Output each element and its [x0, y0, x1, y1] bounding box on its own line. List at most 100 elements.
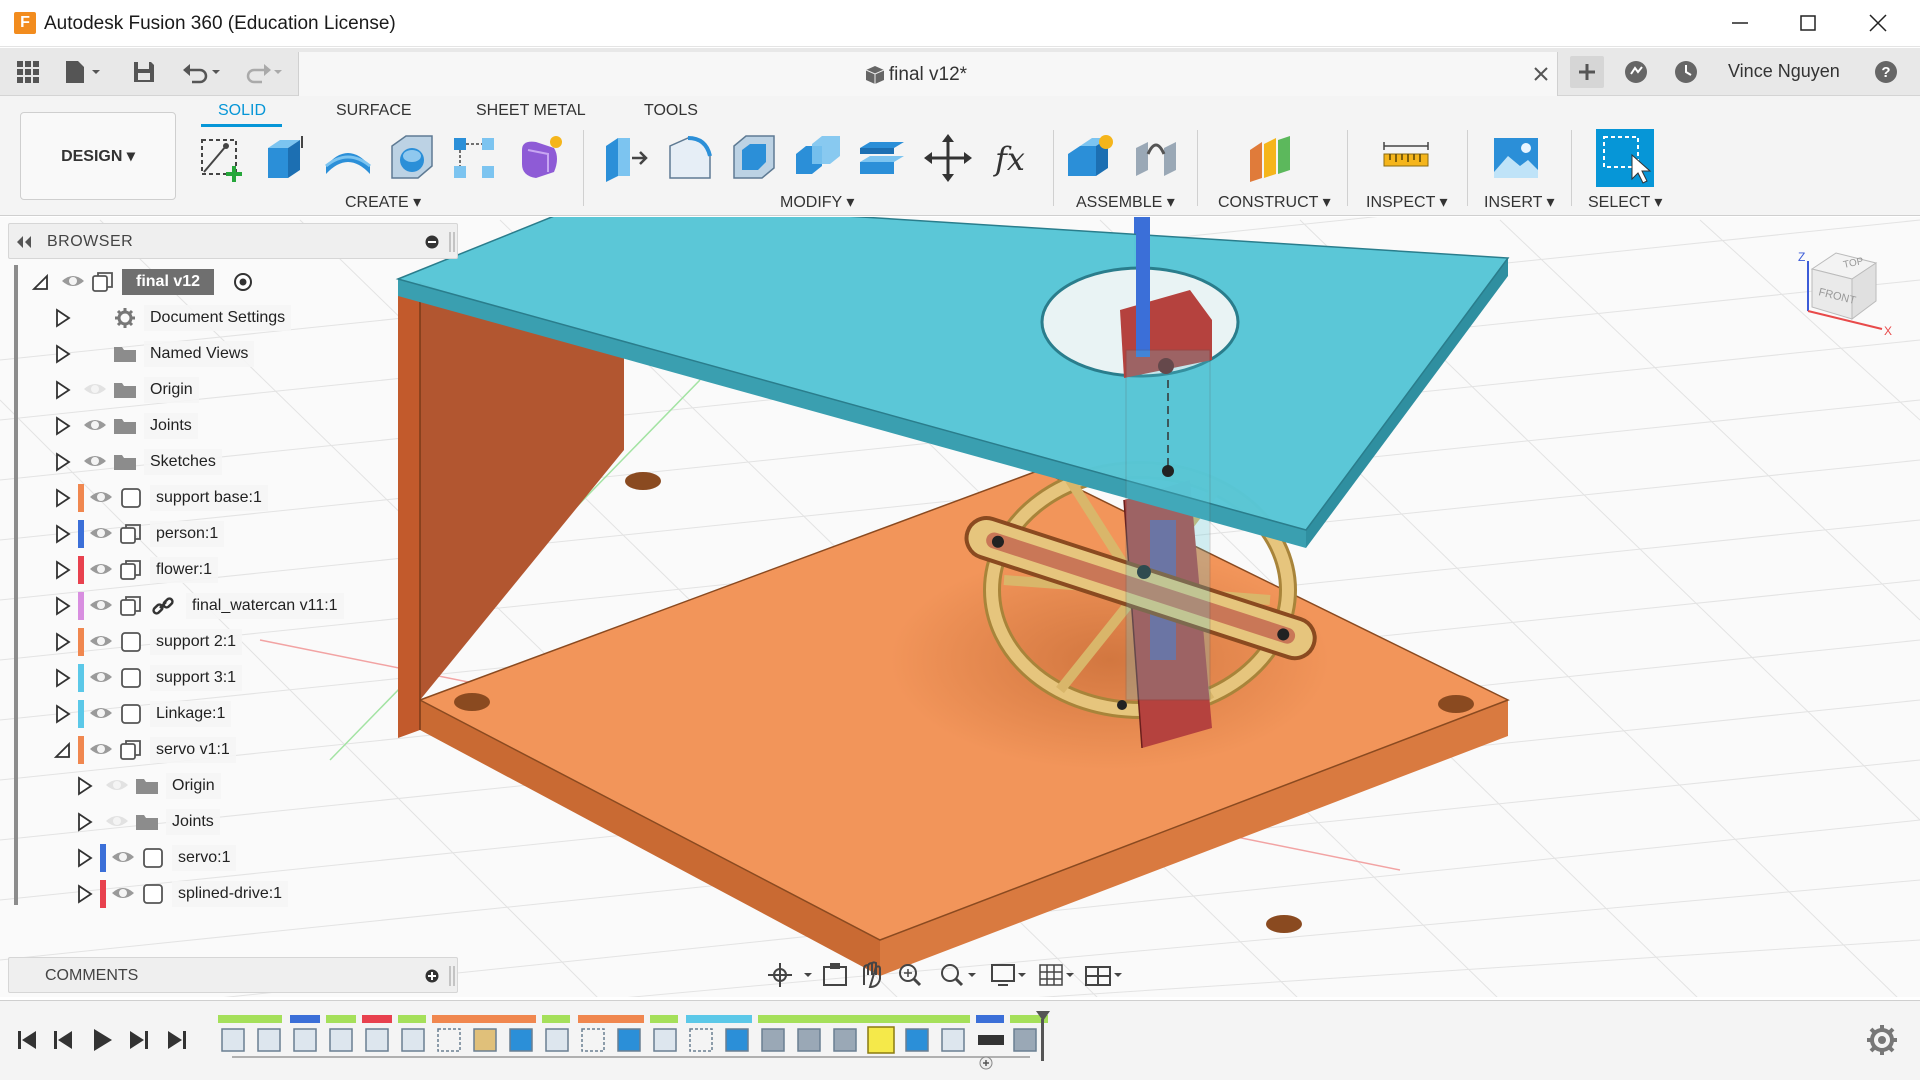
expand-icon[interactable] [74, 776, 94, 796]
shell-icon[interactable] [728, 132, 780, 184]
browser-node[interactable]: support 2:1 [8, 626, 448, 658]
expand-icon[interactable] [52, 308, 72, 328]
panel-grip-icon[interactable] [449, 966, 455, 986]
press-pull-icon[interactable] [600, 132, 652, 184]
comments-panel[interactable]: COMMENTS [8, 957, 458, 993]
panel-grip-icon[interactable] [449, 232, 455, 252]
expand-icon[interactable] [52, 704, 72, 724]
browser-node[interactable]: support 3:1 [8, 662, 448, 694]
visibility-eye-icon[interactable] [88, 487, 114, 507]
construct-menu[interactable]: CONSTRUCT ▾ [1218, 192, 1331, 212]
browser-node[interactable]: servo v1:1 [8, 734, 448, 766]
expand-icon[interactable] [74, 848, 94, 868]
move-copy-icon[interactable] [922, 132, 974, 184]
go-to-end-icon[interactable] [168, 1031, 186, 1049]
clock-icon[interactable] [1672, 58, 1700, 86]
joint-icon[interactable] [1130, 132, 1182, 184]
timeline-feature-icons[interactable] [221, 1026, 1037, 1054]
activate-radio-icon[interactable] [230, 270, 256, 294]
collapse-icon[interactable] [30, 272, 50, 292]
expand-icon[interactable] [52, 668, 72, 688]
maximize-icon[interactable] [1778, 6, 1838, 40]
browser-node[interactable]: Linkage:1 [8, 698, 448, 730]
step-back-icon[interactable] [54, 1031, 72, 1049]
fit-icon[interactable] [941, 964, 976, 987]
viewports-icon[interactable] [1085, 966, 1122, 986]
rectangular-pattern-icon[interactable] [448, 132, 500, 184]
visibility-eye-icon[interactable] [88, 595, 114, 615]
browser-node[interactable]: Joints [8, 806, 448, 838]
extrude-icon[interactable] [258, 132, 310, 184]
visibility-eye-icon[interactable] [110, 847, 136, 867]
offset-face-icon[interactable] [856, 132, 908, 184]
visibility-eye-icon[interactable] [104, 811, 130, 831]
undo-icon[interactable] [180, 58, 224, 86]
offset-plane-icon[interactable] [1244, 132, 1296, 184]
tab-surface[interactable]: SURFACE [336, 102, 412, 120]
job-status-icon[interactable] [1622, 58, 1650, 86]
expand-icon[interactable] [74, 812, 94, 832]
select-icon[interactable] [1596, 129, 1654, 187]
assemble-menu[interactable]: ASSEMBLE ▾ [1076, 192, 1175, 212]
go-to-start-icon[interactable] [18, 1031, 36, 1049]
visibility-eye-icon[interactable] [88, 739, 114, 759]
expand-icon[interactable] [52, 452, 72, 472]
timeline-feature-track[interactable] [218, 1015, 1048, 1023]
visibility-eye-icon[interactable] [82, 415, 108, 435]
expand-icon[interactable] [52, 560, 72, 580]
modify-menu[interactable]: MODIFY ▾ [780, 192, 854, 212]
insert-image-icon[interactable] [1490, 132, 1542, 184]
measure-icon[interactable] [1380, 132, 1432, 184]
expand-icon[interactable] [52, 488, 72, 508]
visibility-eye-icon[interactable] [88, 559, 114, 579]
collapse-icon[interactable] [52, 740, 72, 760]
browser-node[interactable]: Origin [8, 374, 448, 406]
tab-solid[interactable]: SOLID [218, 102, 266, 120]
look-at-icon[interactable] [823, 963, 847, 986]
create-menu[interactable]: CREATE ▾ [345, 192, 421, 212]
create-form-icon[interactable] [514, 132, 566, 184]
tab-tools[interactable]: TOOLS [644, 102, 698, 120]
visibility-eye-icon[interactable] [88, 523, 114, 543]
insert-menu[interactable]: INSERT ▾ [1484, 192, 1555, 212]
select-menu[interactable]: SELECT ▾ [1588, 192, 1662, 212]
tab-sheet-metal[interactable]: SHEET METAL [476, 102, 586, 120]
browser-node[interactable]: Joints [8, 410, 448, 442]
fillet-icon[interactable] [664, 132, 716, 184]
expand-icon[interactable] [74, 884, 94, 904]
browser-node[interactable]: Named Views [8, 338, 448, 370]
collapse-panel-icon[interactable] [15, 235, 33, 249]
help-icon[interactable]: ? [1872, 58, 1900, 86]
minimize-panel-icon[interactable] [425, 235, 439, 249]
expand-icon[interactable] [52, 344, 72, 364]
hole-icon[interactable] [386, 132, 438, 184]
expand-icon[interactable] [52, 380, 72, 400]
browser-node[interactable]: flower:1 [8, 554, 448, 586]
browser-node[interactable]: servo:1 [8, 842, 448, 874]
new-component-icon[interactable] [1064, 132, 1116, 184]
user-name[interactable]: Vince Nguyen [1728, 61, 1840, 82]
browser-node[interactable]: person:1 [8, 518, 448, 550]
revolve-icon[interactable] [322, 132, 374, 184]
browser-node[interactable]: splined-drive:1 [8, 878, 448, 910]
zoom-icon[interactable] [899, 964, 922, 987]
timeline-add-icon[interactable] [979, 1056, 993, 1070]
add-comment-icon[interactable] [425, 969, 439, 983]
pan-icon[interactable] [863, 961, 881, 989]
new-tab-icon[interactable] [1570, 56, 1604, 88]
visibility-eye-icon[interactable] [110, 883, 136, 903]
create-sketch-icon[interactable] [196, 132, 248, 184]
app-grid-icon[interactable] [14, 58, 42, 86]
visibility-eye-icon[interactable] [104, 775, 130, 795]
browser-node[interactable]: Sketches [8, 446, 448, 478]
browser-node[interactable]: Document Settings [8, 302, 448, 334]
inspect-menu[interactable]: INSPECT ▾ [1366, 192, 1448, 212]
minimize-icon[interactable] [1710, 6, 1770, 40]
expand-icon[interactable] [52, 416, 72, 436]
expand-icon[interactable] [52, 632, 72, 652]
browser-node[interactable]: support base:1 [8, 482, 448, 514]
close-window-icon[interactable] [1848, 6, 1908, 40]
close-tab-icon[interactable] [1531, 64, 1551, 84]
document-tab[interactable]: final v12* [298, 52, 1558, 96]
workspace-switcher[interactable]: DESIGN ▾ [20, 112, 176, 200]
